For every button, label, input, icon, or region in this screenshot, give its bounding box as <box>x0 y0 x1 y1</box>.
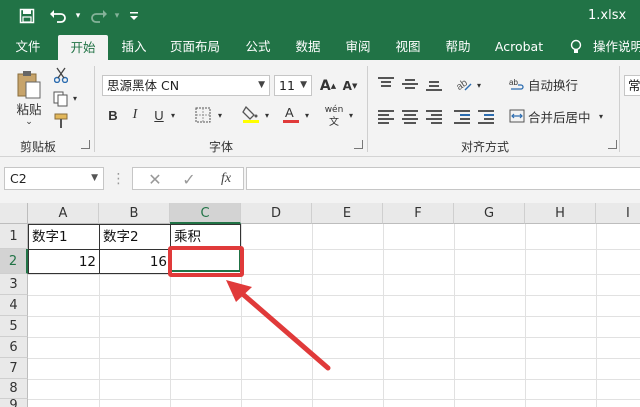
annotation-arrow-icon <box>226 280 331 371</box>
